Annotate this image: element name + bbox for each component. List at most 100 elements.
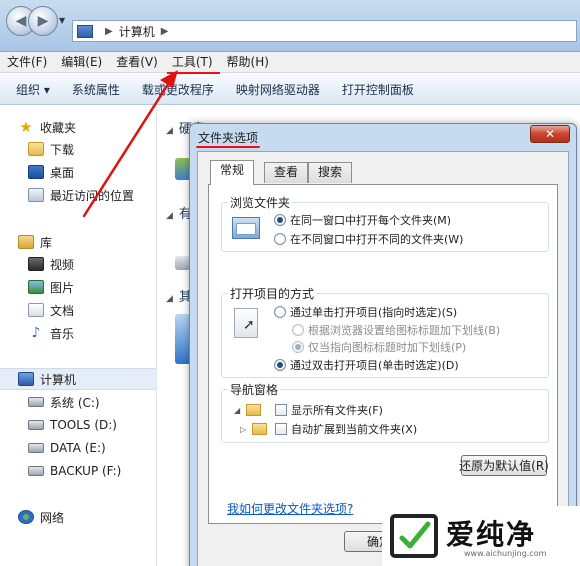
forward-arrow-icon: ▶ [37,13,49,29]
dialog-title: 文件夹选项 [198,131,259,145]
folder-options-dialog: 文件夹选项 ✕ 常规 查看 搜索 浏览文件夹 在同一窗口中打开每个文件夹(M) … [189,123,577,566]
nav-downloads[interactable]: 下载 [0,138,74,160]
folder-icon [252,423,267,435]
nav-label: 系统 (C:) [50,395,100,410]
close-button[interactable]: ✕ [530,125,570,143]
restore-defaults-button[interactable]: 还原为默认值(R) [459,455,549,476]
nav-label: 图片 [50,280,75,295]
menu-tools[interactable]: 工具(T) [165,52,220,74]
uninstall-program-button[interactable]: 载或更改程序 [131,81,225,98]
brand-url: www.aichunjing.com [464,549,547,558]
radio-button[interactable] [274,233,286,245]
collapse-arrow-icon[interactable]: ◢ [166,211,173,221]
navigation-pane-group: 导航窗格 ◢ 显示所有文件夹(F) ▷ 自动扩展到当前文件夹(X) [221,381,549,443]
menu-bar: 文件(F) 编辑(E) 查看(V) 工具(T) 帮助(H) [0,52,580,74]
nav-music[interactable]: ♪ 音乐 [0,322,74,344]
option-label: 通过单击打开项目(指向时选定)(S) [290,306,458,319]
group-title: 导航窗格 [228,381,281,398]
tab-general[interactable]: 常规 [210,160,255,185]
chevron-right-icon[interactable]: ▶ [105,26,113,37]
option-label: 通过双击打开项目(单击时选定)(D) [290,359,459,372]
show-all-folders-option[interactable]: ◢ 显示所有文件夹(F) [234,402,383,418]
nav-label: 视频 [50,257,75,272]
radio-button[interactable] [274,306,286,318]
option-label: 仅当指向图标标题时加下划线(P) [308,341,467,354]
organize-button[interactable]: 组织 ▾ [0,81,61,98]
radio-button[interactable] [274,214,286,226]
map-network-drive-button[interactable]: 映射网络驱动器 [225,81,331,98]
radio-same-window[interactable]: 在同一窗口中打开每个文件夹(M) [274,212,451,228]
computer-icon [77,24,93,38]
radio-button[interactable] [292,324,304,336]
recent-pages-dropdown-icon[interactable]: ▼ [59,16,65,25]
downloads-folder-icon [28,142,44,156]
radio-underline-browser[interactable]: 根据浏览器设置给图标标题加下划线(B) [292,322,500,338]
nav-pictures[interactable]: 图片 [0,276,74,298]
radio-new-window[interactable]: 在不同窗口中打开不同的文件夹(W) [274,231,463,247]
system-properties-button[interactable]: 系统属性 [61,81,131,98]
nav-computer[interactable]: 计算机 [0,368,156,390]
nav-label: BACKUP (F:) [50,464,122,478]
nav-label: 文档 [50,303,75,318]
browse-folders-group: 浏览文件夹 在同一窗口中打开每个文件夹(M) 在不同窗口中打开不同的文件夹(W) [221,194,549,252]
nav-drive-c[interactable]: 系统 (C:) [0,391,100,413]
watermark: 爱纯净 www.aichunjing.com [382,506,580,566]
menu-view[interactable]: 查看(V) [109,52,165,73]
library-icon [18,235,34,249]
drive-icon [28,443,44,453]
address-bar[interactable]: ▶ 计算机 ▶ [72,20,577,42]
radio-button[interactable] [274,359,286,371]
nav-drive-f[interactable]: BACKUP (F:) [0,460,121,482]
collapse-arrow-icon[interactable]: ◢ [166,126,173,136]
radio-double-click[interactable]: 通过双击打开项目(单击时选定)(D) [274,357,459,373]
collapse-arrow-icon[interactable]: ◢ [166,294,173,304]
annotation-underline [196,146,260,148]
open-control-panel-button[interactable]: 打开控制面板 [331,81,425,98]
nav-label: 网络 [40,510,65,525]
option-label: 在不同窗口中打开不同的文件夹(W) [290,233,464,246]
computer-icon [18,372,34,386]
nav-libraries[interactable]: 库 [0,231,52,253]
nav-label: 音乐 [50,326,75,341]
menu-edit[interactable]: 编辑(E) [54,52,109,73]
music-note-icon: ♪ [31,325,41,341]
nav-label: TOOLS (D:) [50,418,117,432]
tree-collapsed-icon: ▷ [240,424,247,434]
option-label: 自动扩展到当前文件夹(X) [291,423,418,436]
radio-underline-point[interactable]: 仅当指向图标标题时加下划线(P) [292,339,466,355]
drive-icon [28,397,44,407]
radio-single-click[interactable]: 通过单击打开项目(指向时选定)(S) [274,304,457,320]
recent-places-icon [28,188,44,202]
group-title: 浏览文件夹 [228,194,293,211]
dialog-body: 常规 查看 搜索 浏览文件夹 在同一窗口中打开每个文件夹(M) 在不同窗口中打开… [197,151,569,566]
auto-expand-option[interactable]: ▷ 自动扩展到当前文件夹(X) [240,421,417,437]
nav-favorites[interactable]: ★ 收藏夹 [0,116,76,138]
radio-button[interactable] [292,341,304,353]
menu-help[interactable]: 帮助(H) [220,52,276,73]
address-path[interactable]: 计算机 [119,23,155,40]
tab-view[interactable]: 查看 [264,162,309,183]
network-icon [18,510,34,524]
tab-search[interactable]: 搜索 [308,162,353,183]
forward-button[interactable]: ▶ [28,6,58,36]
nav-drive-d[interactable]: TOOLS (D:) [0,414,117,436]
chevron-right-icon[interactable]: ▶ [161,26,169,37]
nav-drive-e[interactable]: DATA (E:) [0,437,106,459]
group-title: 打开项目的方式 [228,285,317,302]
desktop-icon [28,165,44,179]
nav-label: 收藏夹 [40,120,77,135]
click-items-icon: ➚ [234,308,258,338]
checkbox[interactable] [275,423,287,435]
drive-icon [28,466,44,476]
nav-label: 下载 [50,142,75,157]
nav-desktop[interactable]: 桌面 [0,161,74,183]
checkbox[interactable] [275,404,287,416]
option-label: 根据浏览器设置给图标标题加下划线(B) [308,324,501,337]
nav-recent-places[interactable]: 最近访问的位置 [0,184,134,206]
help-link[interactable]: 我如何更改文件夹选项? [227,500,353,517]
menu-file[interactable]: 文件(F) [0,52,54,73]
nav-network[interactable]: 网络 [0,506,64,528]
dialog-titlebar[interactable]: 文件夹选项 ✕ [190,124,576,150]
nav-videos[interactable]: 视频 [0,253,74,275]
nav-documents[interactable]: 文档 [0,299,74,321]
